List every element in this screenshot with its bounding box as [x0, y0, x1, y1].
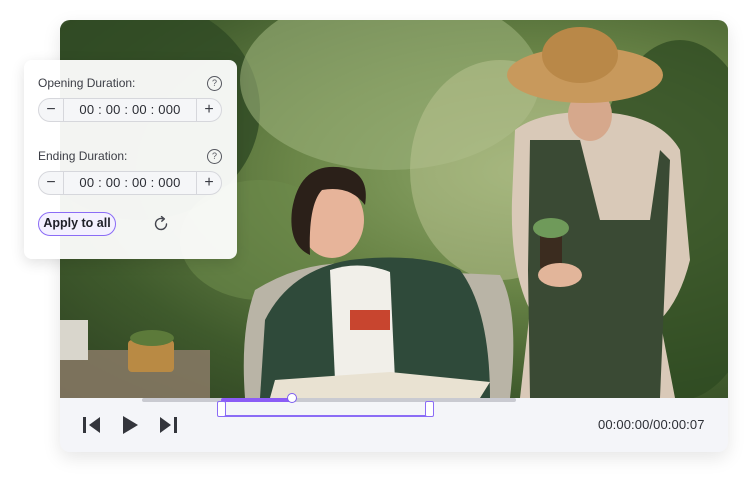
- next-frame-icon: [160, 417, 177, 433]
- ending-duration-input[interactable]: 00 : 00 : 00 : 000: [63, 172, 197, 194]
- play-icon: [123, 416, 138, 434]
- ending-help-icon[interactable]: ?: [207, 149, 222, 164]
- opening-minus-button[interactable]: −: [39, 99, 64, 121]
- previous-frame-icon: [83, 417, 100, 433]
- opening-duration-field: − 00 : 00 : 00 : 000 +: [38, 98, 222, 122]
- trim-end-handle[interactable]: [424, 401, 434, 417]
- time-display: 00:00:00/00:00:07: [598, 417, 705, 432]
- reset-button[interactable]: [152, 215, 170, 233]
- ending-duration-field: − 00 : 00 : 00 : 000 +: [38, 171, 222, 195]
- play-button[interactable]: [118, 413, 142, 437]
- reset-icon: [154, 215, 168, 231]
- previous-frame-button[interactable]: [80, 413, 104, 437]
- next-frame-button[interactable]: [156, 413, 180, 437]
- trim-start-handle[interactable]: [216, 401, 226, 417]
- opening-duration-label: Opening Duration:: [38, 76, 136, 90]
- duration-panel: Opening Duration: ? − 00 : 00 : 00 : 000…: [24, 60, 237, 259]
- apply-to-all-button[interactable]: Apply to all: [38, 212, 116, 236]
- ending-duration-label: Ending Duration:: [38, 149, 128, 163]
- ending-minus-button[interactable]: −: [39, 172, 64, 194]
- opening-help-icon[interactable]: ?: [207, 76, 222, 91]
- trim-range: [216, 401, 434, 417]
- opening-duration-input[interactable]: 00 : 00 : 00 : 000: [63, 99, 197, 121]
- opening-plus-button[interactable]: +: [196, 99, 221, 121]
- ending-plus-button[interactable]: +: [196, 172, 221, 194]
